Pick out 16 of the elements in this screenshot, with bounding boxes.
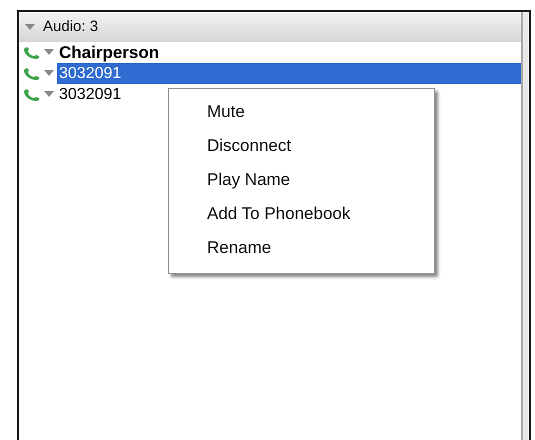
group-header[interactable]: Audio: 3: [19, 12, 521, 42]
caret-icon[interactable]: [44, 70, 54, 77]
caret-icon[interactable]: [25, 24, 35, 30]
menu-item[interactable]: Mute: [169, 95, 434, 129]
phone-icon: [23, 66, 41, 80]
group-label: Audio: 3: [43, 16, 98, 37]
participant-row[interactable]: 3032091: [57, 63, 521, 84]
menu-item[interactable]: Rename: [169, 231, 434, 265]
menu-item[interactable]: Disconnect: [169, 129, 434, 163]
menu-item[interactable]: Play Name: [169, 163, 434, 197]
caret-icon[interactable]: [44, 49, 54, 56]
menu-item[interactable]: Add To Phonebook: [169, 197, 434, 231]
caret-icon[interactable]: [44, 91, 54, 98]
phone-icon: [23, 46, 41, 60]
participant-row[interactable]: Chairperson: [57, 42, 521, 63]
phone-icon: [23, 88, 41, 102]
